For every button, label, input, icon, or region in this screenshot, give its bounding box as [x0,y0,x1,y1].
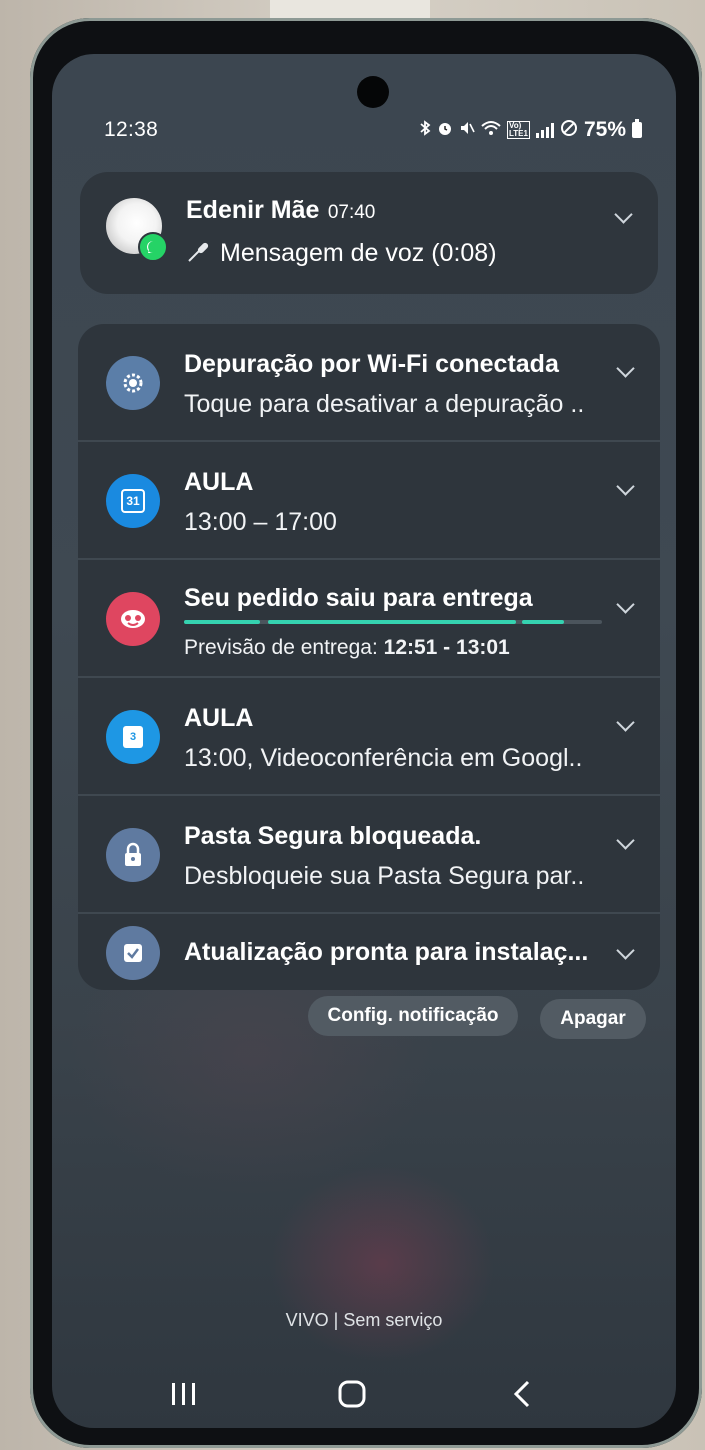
progress-segment [522,620,564,624]
progress-segment [268,620,516,624]
bluetooth-icon [419,120,431,140]
notification-settings-button[interactable]: Config. notificação [308,996,518,1036]
calendar-day: 31 [121,489,145,513]
chevron-down-icon[interactable] [616,831,635,850]
status-icons: Vo) LTE1 75% [419,118,642,142]
notification-calendar-aula[interactable]: 31 AULA 13:00 – 17:00 [78,442,660,560]
battery-percent: 75% [583,118,626,141]
microphone-icon [186,238,212,269]
status-bar: 12:38 Vo) LTE1 75% [104,116,642,144]
chevron-down-icon[interactable] [616,477,635,496]
back-icon[interactable] [492,1374,552,1414]
status-time: 12:38 [104,118,159,141]
home-icon[interactable] [322,1374,382,1414]
delivery-estimate-value: 12:51 - 13:01 [383,636,510,659]
calendar-icon: 31 [106,474,160,528]
chevron-down-icon[interactable] [616,359,635,378]
whatsapp-icon [138,232,168,262]
delivery-icon [106,592,160,646]
mute-icon [459,120,475,140]
notification-title: Pasta Segura bloqueada. [184,822,482,850]
chevron-down-icon[interactable] [616,713,635,732]
carrier-label: VIVO | Sem serviço [285,1310,443,1330]
message-time: 07:40 [327,202,376,223]
navigation-bar [52,1366,676,1426]
alarm-icon [437,120,453,140]
signal-icon [535,122,554,138]
gear-icon [106,356,160,410]
calendar-day: 3 [123,726,143,748]
message-body: Mensagem de voz (0:08) [220,239,497,267]
battery-icon [632,119,642,138]
chevron-down-icon[interactable] [616,941,635,960]
notification-subtitle: Desbloqueie sua Pasta Segura par.. [184,862,585,890]
chevron-down-icon[interactable] [616,595,635,614]
notification-subtitle: Toque para desativar a depuração .. [184,390,585,418]
clear-all-button[interactable]: Apagar [540,999,646,1039]
delivery-estimate-label: Previsão de entrega: [184,636,378,659]
do-not-disturb-icon [560,119,578,141]
notification-subtitle: 13:00 – 17:00 [184,508,337,536]
notification-title: Seu pedido saiu para entrega [184,584,533,612]
delivery-progress-bar [184,620,602,626]
notification-title: Atualização pronta para instalaç... [184,938,589,966]
message-sender: Edenir Mãe [186,196,320,224]
delivery-estimate: Previsão de entrega: 12:51 - 13:01 [184,636,510,660]
notification-calendar-aula-meet[interactable]: 3 AULA 13:00, Videoconferência em Googl.… [78,678,660,796]
notification-update[interactable]: Atualização pronta para instalaç... [78,914,660,990]
notification-title: Depuração por Wi-Fi conectada [184,350,559,378]
notification-group: Depuração por Wi-Fi conectada Toque para… [78,324,660,990]
notification-title: AULA [184,704,254,732]
chevron-down-icon[interactable] [614,205,633,224]
notification-title: AULA [184,468,254,496]
notification-subtitle: 13:00, Videoconferência em Googl.. [184,744,583,772]
wifi-icon [481,120,501,140]
volte-icon: Vo) LTE1 [507,121,530,139]
progress-segment [184,620,260,624]
front-camera [357,76,389,108]
phone-frame: 12:38 Vo) LTE1 75% Edenir Mãe 07:40 Mens… [30,18,702,1448]
notification-secure-folder[interactable]: Pasta Segura bloqueada. Desbloqueie sua … [78,796,660,914]
notification-wifi-debugging[interactable]: Depuração por Wi-Fi conectada Toque para… [78,324,660,442]
lock-icon [106,828,160,882]
notification-delivery[interactable]: Seu pedido saiu para entrega Previsão de… [78,560,660,678]
recent-apps-icon[interactable] [154,1374,214,1414]
update-icon [106,926,160,980]
calendar-icon: 3 [106,710,160,764]
notification-shade: 12:38 Vo) LTE1 75% Edenir Mãe 07:40 Mens… [52,54,676,1428]
message-notification[interactable]: Edenir Mãe 07:40 Mensagem de voz (0:08) [80,172,658,294]
